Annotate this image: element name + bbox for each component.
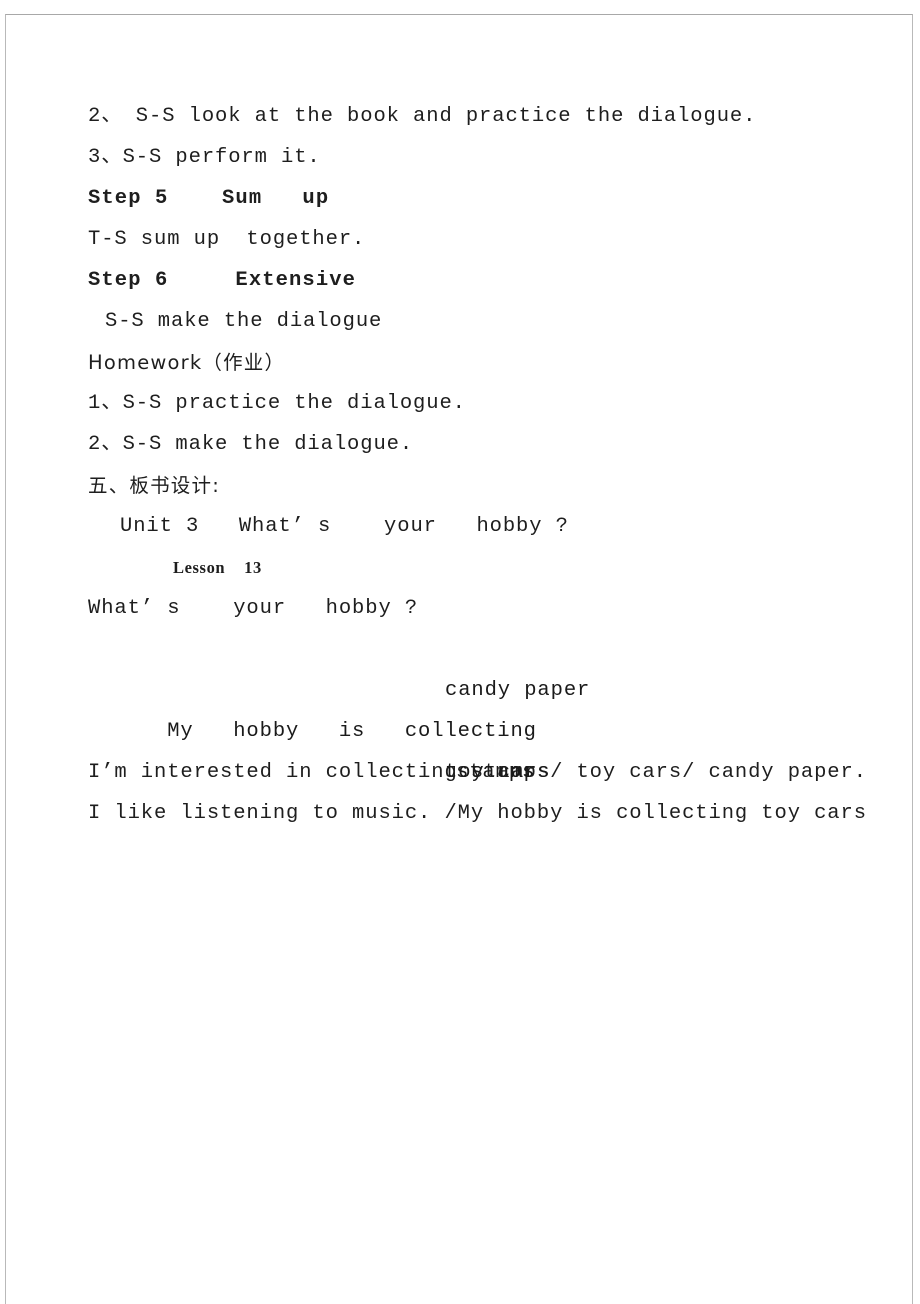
board-option-stamps: stamps bbox=[456, 761, 536, 784]
document-body: 2、 S-S look at the book and practice the… bbox=[88, 96, 866, 834]
heading-board-design: 五、板书设计: bbox=[88, 474, 220, 497]
step-6-detail: S-S make the dialogue bbox=[105, 310, 383, 333]
heading-step-6: Step 6 Extensive bbox=[88, 269, 357, 292]
heading-step-5: Step 5 Sum up bbox=[88, 187, 330, 210]
board-question: What’ s your hobby ? bbox=[88, 597, 419, 620]
homework-item-2: 2、S-S make the dialogue. bbox=[88, 433, 414, 456]
board-option-row-stamps: stamps bbox=[88, 711, 848, 834]
step-5-detail: T-S sum up together. bbox=[88, 228, 366, 251]
homework-item-1: 1、S-S practice the dialogue. bbox=[88, 392, 466, 415]
list-item-step4-2: 2、 S-S look at the book and practice the… bbox=[88, 105, 757, 128]
heading-homework: Homework（作业） bbox=[88, 351, 286, 374]
board-unit-title: Unit 3 What’ s your hobby ? bbox=[120, 515, 569, 538]
board-hobby-structure: candy paper My hobby is collecting toy c… bbox=[88, 629, 848, 784]
board-lesson-number: Lesson 13 bbox=[173, 558, 262, 577]
list-item-step4-3: 3、S-S perform it. bbox=[88, 146, 321, 169]
